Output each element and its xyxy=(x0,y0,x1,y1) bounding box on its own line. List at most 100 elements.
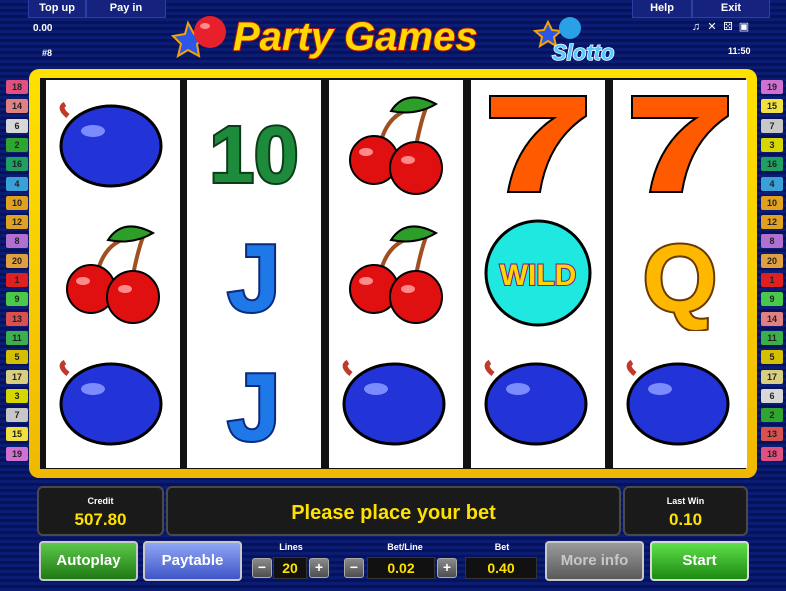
lines-value: 20 xyxy=(273,557,307,579)
betline-decrease-button[interactable]: − xyxy=(344,558,364,578)
reel-4: WILD xyxy=(471,80,605,468)
right-line-badge: 9 xyxy=(761,292,783,307)
exit-button[interactable]: Exit xyxy=(692,0,770,18)
game-number: #8 xyxy=(42,48,53,58)
reel-1 xyxy=(46,80,180,468)
last-win-value: 0.10 xyxy=(668,510,703,529)
svg-text:WILD: WILD xyxy=(500,259,577,292)
betline-label: Bet/Line xyxy=(387,542,423,552)
right-line-badge: 11 xyxy=(761,330,783,345)
betline-increase-button[interactable]: + xyxy=(437,558,457,578)
settings-icons: ♫ ✕ ⚄ ▣ xyxy=(690,17,760,33)
pay-in-button[interactable]: Pay in xyxy=(86,0,166,18)
right-line-badge: 12 xyxy=(761,215,783,230)
status-message: Please place your bet xyxy=(291,502,496,524)
bet-label: Bet xyxy=(494,542,510,552)
left-line-badge: 10 xyxy=(6,195,28,210)
plum-symbol xyxy=(613,338,747,467)
sound-off-icon[interactable]: ✕ xyxy=(706,21,718,33)
right-line-badge: 8 xyxy=(761,234,783,249)
left-line-badge: 7 xyxy=(6,408,28,423)
message-panel: Please place your bet xyxy=(166,486,621,536)
right-line-badge: 18 xyxy=(761,446,783,461)
svg-text:J: J xyxy=(227,354,280,460)
left-line-badge: 1 xyxy=(6,273,28,287)
left-line-badge: 12 xyxy=(6,215,28,230)
music-icon[interactable]: ♫ xyxy=(690,21,702,33)
control-panel: Credit 507.80 Please place your bet Last… xyxy=(0,484,786,591)
seven-symbol xyxy=(613,80,747,209)
seven-symbol xyxy=(471,80,605,209)
cherry-symbol xyxy=(329,80,463,209)
help-button[interactable]: Help xyxy=(632,0,692,18)
top-bar: Top up Pay in Help Exit 0.00 #8 11:50 ♫ ✕… xyxy=(0,0,786,70)
ten-symbol: 10 xyxy=(187,80,321,209)
cherry-symbol xyxy=(46,209,180,338)
right-line-badge: 20 xyxy=(761,253,783,268)
left-line-badge: 17 xyxy=(6,369,28,384)
wild-symbol: WILD xyxy=(471,209,605,338)
left-line-badge: 16 xyxy=(6,157,28,172)
more-info-button[interactable]: More info xyxy=(545,541,644,581)
left-line-badge: 6 xyxy=(6,118,28,133)
reel-2: 10 J J xyxy=(187,80,321,468)
right-line-badge: 17 xyxy=(761,369,783,384)
last-win-label: Last Win xyxy=(666,496,705,506)
left-line-badge: 11 xyxy=(6,330,28,345)
right-line-badge: 16 xyxy=(761,157,783,172)
betline-value: 0.02 xyxy=(367,557,435,579)
left-line-badge: 18 xyxy=(6,80,28,94)
left-line-badge: 4 xyxy=(6,176,28,191)
left-line-badge: 19 xyxy=(6,446,28,461)
left-line-badge: 20 xyxy=(6,253,28,268)
right-line-badge: 1 xyxy=(761,273,783,287)
left-line-badge: 5 xyxy=(6,350,28,365)
right-line-badge: 7 xyxy=(761,118,783,133)
left-line-badge: 2 xyxy=(6,137,28,152)
jack-symbol: J xyxy=(187,338,321,467)
plum-symbol xyxy=(46,80,180,209)
right-line-badge: 3 xyxy=(761,137,783,152)
lines-label: Lines xyxy=(279,542,303,552)
right-line-badge: 15 xyxy=(761,99,783,114)
clock: 11:50 xyxy=(728,46,751,56)
balance-display: 0.00 xyxy=(33,23,53,34)
jack-symbol: J xyxy=(187,209,321,338)
left-line-badge: 8 xyxy=(6,234,28,249)
svg-text:Q: Q xyxy=(643,225,718,331)
plum-symbol xyxy=(46,338,180,467)
cards-icon[interactable]: ▣ xyxy=(738,21,750,33)
left-line-badge: 14 xyxy=(6,99,28,114)
start-button[interactable]: Start xyxy=(650,541,749,581)
paytable-button[interactable]: Paytable xyxy=(143,541,242,581)
last-win-panel: Last Win 0.10 xyxy=(623,486,748,536)
right-line-badge: 5 xyxy=(761,350,783,365)
right-line-badge: 13 xyxy=(761,427,783,442)
plum-symbol xyxy=(329,338,463,467)
credit-label: Credit xyxy=(87,496,114,506)
svg-text:10: 10 xyxy=(210,110,299,199)
right-line-badge: 10 xyxy=(761,195,783,210)
right-line-badge: 4 xyxy=(761,176,783,191)
left-line-badge: 3 xyxy=(6,388,28,403)
lines-increase-button[interactable]: + xyxy=(309,558,329,578)
autoplay-button[interactable]: Autoplay xyxy=(39,541,138,581)
reel-5: Q xyxy=(613,80,747,468)
left-line-badge: 15 xyxy=(6,427,28,442)
left-line-badge: 13 xyxy=(6,311,28,326)
plum-symbol xyxy=(471,338,605,467)
lines-decrease-button[interactable]: − xyxy=(252,558,272,578)
right-line-badge: 6 xyxy=(761,388,783,403)
dice-icon[interactable]: ⚄ xyxy=(722,21,734,33)
credit-panel: Credit 507.80 xyxy=(37,486,164,536)
right-line-badge: 19 xyxy=(761,80,783,94)
logo-subtitle: Slotto xyxy=(552,40,614,65)
queen-symbol: Q xyxy=(613,209,747,338)
cherry-symbol xyxy=(329,209,463,338)
reel-3 xyxy=(329,80,463,468)
top-up-button[interactable]: Top up xyxy=(28,0,86,18)
left-line-badge: 9 xyxy=(6,292,28,307)
bet-value: 0.40 xyxy=(465,557,537,579)
credit-value: 507.80 xyxy=(74,510,127,529)
right-line-badge: 14 xyxy=(761,311,783,326)
